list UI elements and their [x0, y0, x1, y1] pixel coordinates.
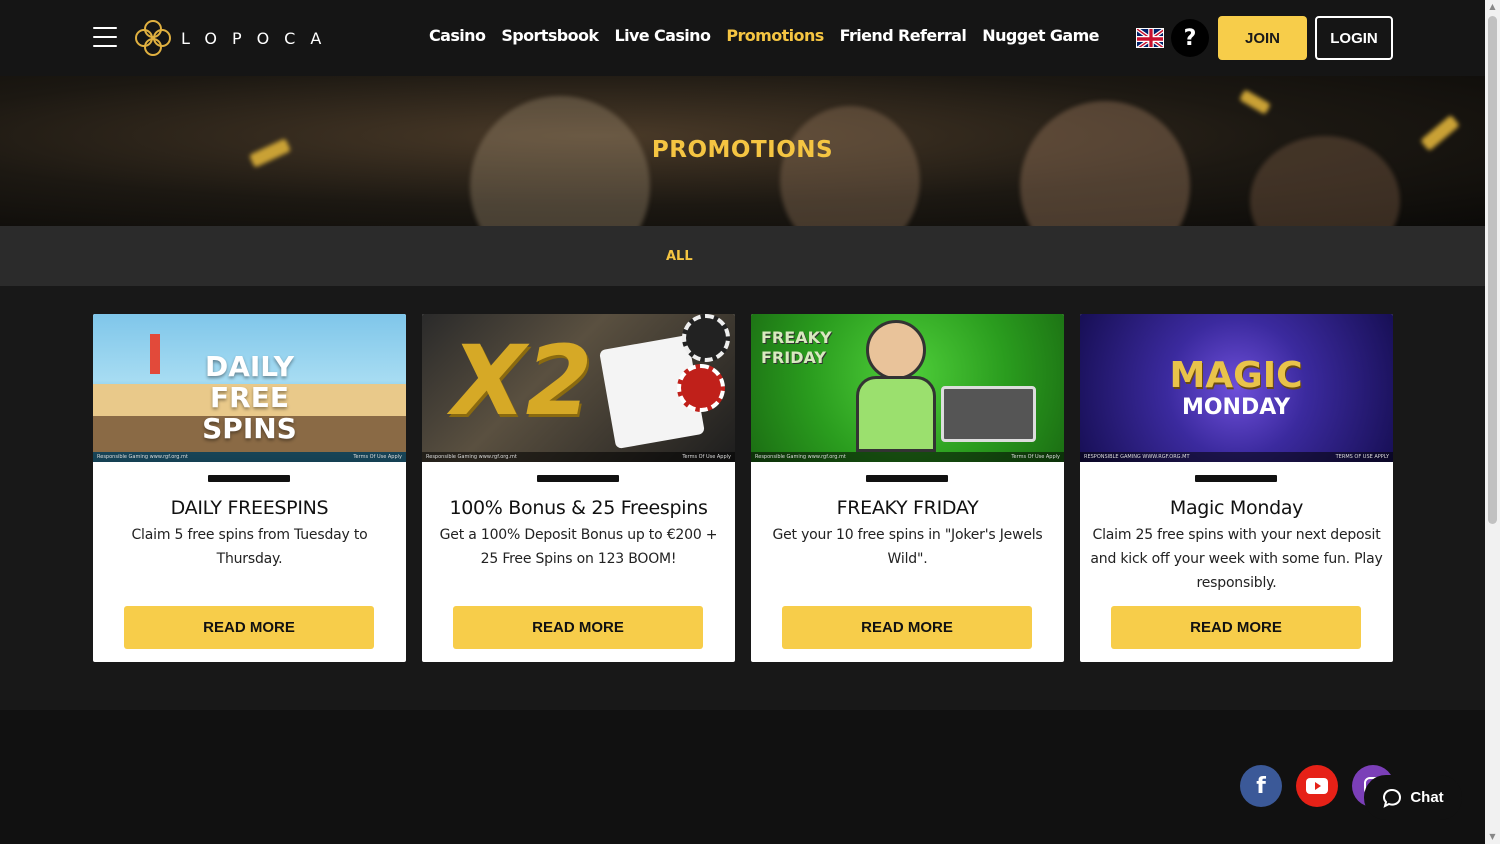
- promo-description: Get your 10 free spins in "Joker's Jewel…: [772, 527, 1043, 567]
- promo-image[interactable]: X2 Responsible Gaming www.rgf.org.mt Ter…: [422, 314, 735, 462]
- image-footer: Responsible Gaming www.rgf.org.mt Terms …: [93, 452, 406, 462]
- promo-title: FREAKY FRIDAY: [836, 497, 979, 519]
- lighthouse: [150, 334, 160, 374]
- terms-note: TERMS OF USE APPLY: [1335, 454, 1389, 460]
- nav-nugget-game[interactable]: Nugget Game: [982, 26, 1099, 45]
- scroll-up-icon[interactable]: ▲: [1488, 2, 1497, 12]
- promo-card: DAILY FREE SPINS Responsible Gaming www.…: [93, 314, 406, 662]
- promo-image[interactable]: FREAKY FRIDAY Responsible Gaming www.rgf…: [751, 314, 1064, 462]
- chat-button[interactable]: Chat: [1364, 775, 1462, 820]
- promo-image-text: DAILY: [204, 350, 295, 383]
- nav-sportsbook[interactable]: Sportsbook: [501, 26, 599, 45]
- promo-image-text: FRIDAY: [761, 348, 826, 367]
- promo-image-text: X2: [451, 325, 593, 437]
- nav-casino[interactable]: Casino: [429, 26, 486, 45]
- joker-head: [866, 320, 926, 380]
- scroll-thumb[interactable]: [1488, 16, 1497, 524]
- promo-image-text: MONDAY: [1181, 395, 1291, 420]
- nav-friend-referral[interactable]: Friend Referral: [840, 26, 967, 45]
- page-title: PROMOTIONS: [651, 137, 834, 163]
- read-more-button[interactable]: READ MORE: [453, 606, 703, 649]
- responsible-gaming-note: Responsible Gaming www.rgf.org.mt: [97, 454, 188, 460]
- card-divider: [208, 475, 290, 482]
- promo-title: Magic Monday: [1169, 497, 1304, 519]
- terms-note: Terms Of Use Apply: [1011, 454, 1060, 460]
- terms-note: Terms Of Use Apply: [353, 454, 402, 460]
- logo-icon: [135, 20, 171, 56]
- promo-image-text: FREE SPINS: [202, 381, 297, 445]
- responsible-gaming-note: RESPONSIBLE GAMING WWW.RGF.ORG.MT: [1084, 454, 1190, 460]
- hero-figure: [1020, 101, 1190, 226]
- read-more-button[interactable]: READ MORE: [124, 606, 374, 649]
- facebook-icon[interactable]: f: [1240, 765, 1282, 807]
- login-button[interactable]: LOGIN: [1315, 16, 1393, 60]
- chat-label: Chat: [1410, 789, 1444, 806]
- joker-body: [856, 376, 936, 452]
- promo-image-text: MAGIC: [1169, 355, 1303, 396]
- hero-figure: [780, 106, 920, 226]
- image-footer: RESPONSIBLE GAMING WWW.RGF.ORG.MT TERMS …: [1080, 452, 1393, 462]
- main-nav: Casino Sportsbook Live Casino Promotions…: [429, 26, 1100, 45]
- responsible-gaming-note: Responsible Gaming www.rgf.org.mt: [755, 454, 846, 460]
- image-footer: Responsible Gaming www.rgf.org.mt Terms …: [422, 452, 735, 462]
- logo-text: LOPOCA: [181, 28, 337, 48]
- scrollbar[interactable]: ▲ ▼: [1485, 0, 1500, 844]
- read-more-button[interactable]: READ MORE: [1111, 606, 1361, 649]
- promo-description: Claim 5 free spins from Tuesday to Thurs…: [131, 527, 368, 567]
- confetti: [1239, 89, 1271, 115]
- poker-chip: [682, 314, 730, 362]
- card-divider: [537, 475, 619, 482]
- join-button[interactable]: JOIN: [1218, 16, 1307, 60]
- hero-banner: PROMOTIONS: [0, 76, 1485, 226]
- card-divider: [1195, 475, 1277, 482]
- promo-image-text: FREAKY: [761, 328, 832, 347]
- chat-bubble-icon: [1383, 788, 1402, 808]
- image-footer: Responsible Gaming www.rgf.org.mt Terms …: [751, 452, 1064, 462]
- youtube-icon[interactable]: [1296, 765, 1338, 807]
- responsible-gaming-note: Responsible Gaming www.rgf.org.mt: [426, 454, 517, 460]
- read-more-button[interactable]: READ MORE: [782, 606, 1032, 649]
- promo-title: DAILY FREESPINS: [170, 497, 329, 519]
- promo-description: Claim 25 free spins with your next depos…: [1090, 527, 1383, 591]
- promo-image[interactable]: MAGIC MONDAY RESPONSIBLE GAMING WWW.RGF.…: [1080, 314, 1393, 462]
- terms-note: Terms Of Use Apply: [682, 454, 731, 460]
- menu-icon[interactable]: [93, 27, 117, 48]
- uk-flag-icon[interactable]: [1136, 28, 1164, 48]
- page: LOPOCA Casino Sportsbook Live Casino Pro…: [0, 0, 1485, 844]
- promo-description: Get a 100% Deposit Bonus up to €200 + 25…: [439, 527, 718, 567]
- promo-card: X2 Responsible Gaming www.rgf.org.mt Ter…: [422, 314, 735, 662]
- poker-chip: [677, 364, 725, 412]
- promo-card: FREAKY FRIDAY Responsible Gaming www.rgf…: [751, 314, 1064, 662]
- promo-image[interactable]: DAILY FREE SPINS Responsible Gaming www.…: [93, 314, 406, 462]
- promo-title: 100% Bonus & 25 Freespins: [449, 497, 708, 519]
- header: LOPOCA Casino Sportsbook Live Casino Pro…: [0, 0, 1485, 76]
- promo-card: MAGIC MONDAY RESPONSIBLE GAMING WWW.RGF.…: [1080, 314, 1393, 662]
- scroll-down-icon[interactable]: ▼: [1488, 832, 1497, 842]
- nav-live-casino[interactable]: Live Casino: [614, 26, 710, 45]
- filter-all-tab[interactable]: ALL: [666, 249, 693, 264]
- card-divider: [866, 475, 948, 482]
- filter-bar: ALL: [0, 226, 1485, 286]
- laptop: [941, 386, 1036, 442]
- logo[interactable]: LOPOCA: [133, 17, 336, 59]
- nav-promotions[interactable]: Promotions: [726, 26, 824, 45]
- help-icon[interactable]: ?: [1171, 19, 1209, 57]
